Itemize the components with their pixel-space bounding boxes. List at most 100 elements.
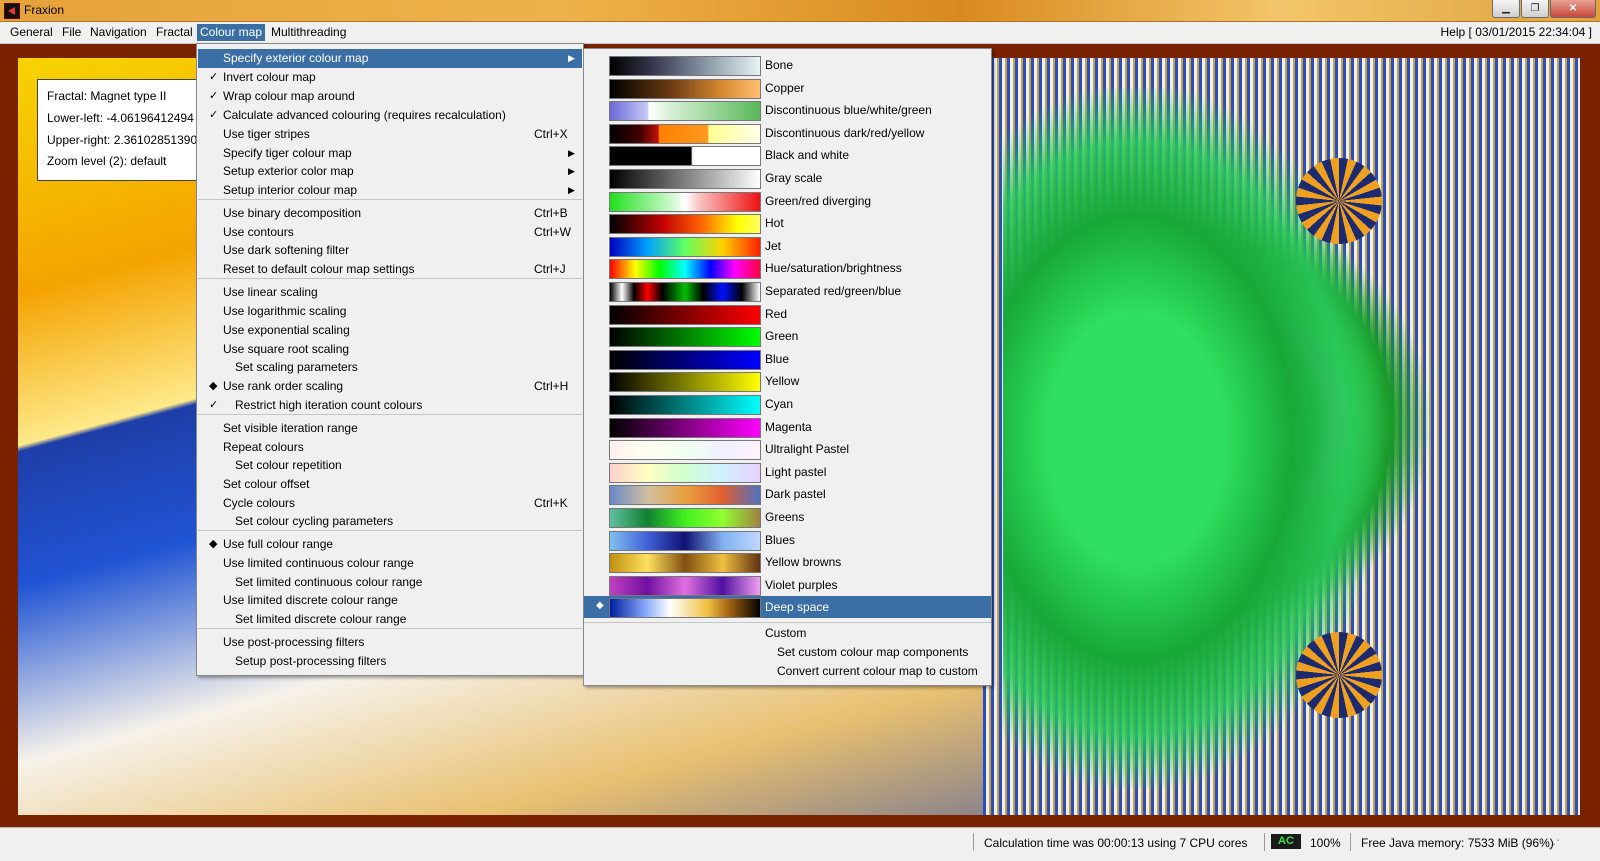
colour-menu-item[interactable]: Set colour repetition — [198, 456, 582, 475]
colour-menu-item[interactable]: Use square root scaling — [198, 340, 582, 359]
fractal-info-box: Fractal: Magnet type II Lower-left: -4.0… — [37, 79, 204, 181]
colour-menu-item[interactable]: ◆ Use rank order scaling Ctrl+H — [198, 377, 582, 396]
colour-map-option[interactable]: Dark pastel — [584, 483, 991, 506]
colour-map-option[interactable]: Violet purples — [584, 574, 991, 596]
colour-map-option[interactable]: Light pastel — [584, 461, 991, 483]
colour-menu-item[interactable]: Use tiger stripes Ctrl+X — [198, 125, 582, 144]
shortcut-label: Ctrl+J — [534, 262, 566, 276]
colour-menu-item[interactable]: Use limited continuous colour range — [198, 554, 582, 573]
colour-map-option[interactable]: Discontinuous blue/white/green — [584, 99, 991, 122]
window-controls: ▁ ❐ ✕ — [1491, 0, 1596, 18]
menu-item-label: Set colour offset — [223, 477, 310, 491]
check-icon: ✓ — [209, 90, 219, 102]
colour-map-option[interactable]: Blue — [584, 348, 991, 370]
colour-map-swatch — [609, 327, 761, 348]
colour-menu-item[interactable]: Specify exterior colour map ▶ — [198, 49, 582, 68]
custom-colour-map[interactable]: Custom — [765, 626, 806, 640]
menu-colour-map[interactable]: Colour map — [197, 24, 266, 41]
radio-dot-icon: ◆ — [209, 538, 218, 550]
colour-menu-item[interactable]: Use logarithmic scaling — [198, 302, 582, 321]
colour-menu-item[interactable]: Reset to default colour map settings Ctrl… — [198, 260, 582, 279]
menu-item-label: Set visible iteration range — [223, 421, 358, 435]
colour-map-option[interactable]: Yellow — [584, 370, 991, 393]
menu-navigation[interactable]: Navigation — [90, 25, 147, 39]
colour-menu-item[interactable]: Set limited continuous colour range — [198, 573, 582, 592]
colour-map-option[interactable]: Green/red diverging — [584, 190, 991, 212]
colour-menu-item[interactable]: Use contours Ctrl+W — [198, 223, 582, 242]
menu-item-label: Wrap colour map around — [223, 89, 355, 103]
colour-menu-item[interactable]: Set colour cycling parameters — [198, 512, 582, 531]
colour-map-option[interactable]: Red — [584, 303, 991, 325]
calc-time: Calculation time was 00:00:13 using 7 CP… — [984, 836, 1248, 850]
minimize-icon[interactable]: ▁ — [1492, 0, 1520, 18]
set-custom-colour-map[interactable]: Set custom colour map components — [777, 645, 968, 659]
menu-fractal[interactable]: Fractal — [156, 25, 193, 39]
colour-map-name: Yellow — [765, 374, 800, 389]
colour-menu-item[interactable]: Use dark softening filter — [198, 241, 582, 260]
menu-general[interactable]: General — [10, 25, 53, 39]
window-title: Fraxion — [24, 3, 65, 17]
colour-map-option[interactable]: Hue/saturation/brightness — [584, 257, 991, 280]
colour-menu-item[interactable]: Setup post-processing filters — [198, 652, 582, 671]
colour-menu-item[interactable]: Setup exterior color map ▶ — [198, 162, 582, 181]
colour-menu-item[interactable]: Use exponential scaling — [198, 321, 582, 340]
colour-map-name: Magenta — [765, 419, 812, 434]
colour-menu-item[interactable]: Specify tiger colour map ▶ — [198, 144, 582, 163]
colour-map-swatch — [609, 530, 761, 551]
close-icon[interactable]: ✕ — [1550, 0, 1596, 18]
menu-help[interactable]: Help — [1441, 25, 1466, 39]
colour-menu-item[interactable]: Set visible iteration range — [198, 419, 582, 438]
colour-map-option[interactable]: ◆ Deep space — [584, 596, 991, 619]
maximize-icon[interactable]: ❐ — [1521, 0, 1549, 18]
menu-item-label: Use exponential scaling — [223, 323, 350, 337]
colour-map-option[interactable]: Separated red/green/blue — [584, 280, 991, 302]
separator — [973, 833, 974, 851]
colour-map-option[interactable]: Ultralight Pastel — [584, 438, 991, 461]
colour-map-option[interactable]: Greens — [584, 506, 991, 528]
resize-grip-icon[interactable]: ⋰ — [1548, 837, 1560, 851]
colour-menu-item[interactable]: Repeat colours — [198, 438, 582, 457]
colour-menu-item[interactable]: Use linear scaling — [198, 283, 582, 302]
colour-menu-item[interactable]: Set limited discrete colour range — [198, 610, 582, 629]
convert-to-custom[interactable]: Convert current colour map to custom — [777, 664, 978, 678]
colour-map-option[interactable]: Green — [584, 325, 991, 348]
separator — [1350, 833, 1351, 851]
colour-menu-item[interactable]: Use post-processing filters — [198, 633, 582, 652]
colour-menu-item[interactable]: ✓ Calculate advanced colouring (requires … — [198, 106, 582, 125]
menu-item-label: Use full colour range — [223, 537, 334, 551]
colour-menu-item[interactable]: Use limited discrete colour range — [198, 591, 582, 610]
menu-item-label: Setup interior colour map — [223, 183, 358, 197]
zoom-percent: 100% — [1310, 836, 1341, 850]
colour-map-swatch — [609, 78, 761, 99]
colour-map-option[interactable]: Copper — [584, 77, 991, 99]
menu-item-label: Reset to default colour map settings — [223, 262, 415, 276]
colour-menu-item[interactable]: Cycle colours Ctrl+K — [198, 494, 582, 513]
colour-menu-item[interactable]: ✓ Wrap colour map around — [198, 87, 582, 106]
colour-menu-item[interactable]: Use binary decomposition Ctrl+B — [198, 204, 582, 223]
colour-menu-item[interactable]: ✓ Invert colour map — [198, 68, 582, 87]
colour-map-option[interactable]: Cyan — [584, 393, 991, 415]
menu-item-label: Restrict high iteration count colours — [235, 398, 423, 412]
colour-menu-item[interactable]: ◆ Use full colour range — [198, 535, 582, 554]
menu-item-label: Setup post-processing filters — [235, 654, 387, 668]
colour-map-option[interactable]: Magenta — [584, 416, 991, 438]
colour-map-option[interactable]: Jet — [584, 235, 991, 257]
colour-menu-item[interactable]: Set scaling parameters — [198, 358, 582, 377]
colour-map-swatch — [609, 598, 761, 619]
colour-map-name: Violet purples — [765, 577, 838, 592]
colour-map-option[interactable]: Hot — [584, 212, 991, 235]
colour-map-name: Black and white — [765, 148, 850, 163]
colour-map-option[interactable]: Blues — [584, 529, 991, 551]
colour-map-option[interactable]: Discontinuous dark/red/yellow — [584, 122, 991, 144]
menu-multithreading[interactable]: Multithreading — [271, 25, 346, 39]
colour-map-option[interactable]: Gray scale — [584, 167, 991, 189]
colour-map-option[interactable]: Black and white — [584, 144, 991, 167]
status-bar: Calculation time was 00:00:13 using 7 CP… — [0, 827, 1600, 861]
colour-menu-item[interactable]: ✓ Restrict high iteration count colours — [198, 396, 582, 415]
menu-file[interactable]: File — [62, 25, 81, 39]
colour-menu-item[interactable]: Setup interior colour map ▶ — [198, 181, 582, 200]
colour-map-option[interactable]: Bone — [584, 54, 991, 76]
colour-menu-item[interactable]: Set colour offset — [198, 475, 582, 494]
colour-map-swatch — [609, 191, 761, 212]
colour-map-option[interactable]: Yellow browns — [584, 551, 991, 574]
